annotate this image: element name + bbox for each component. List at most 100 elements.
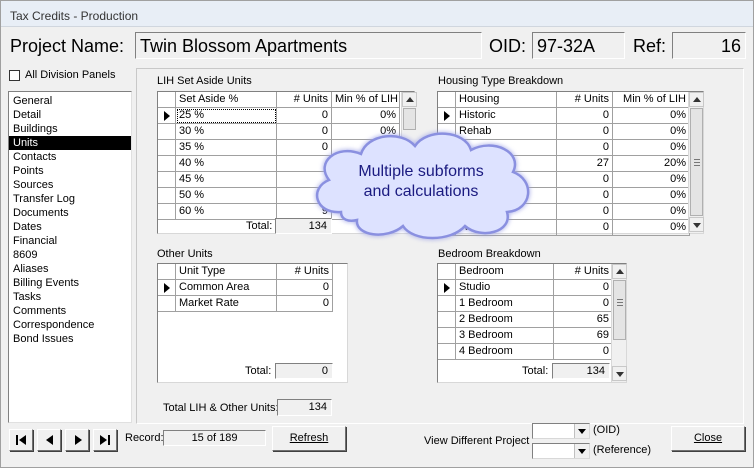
panel-list-item[interactable]: Points [9,164,131,178]
panel-list-item[interactable]: Aliases [9,262,131,276]
housing-cell[interactable]: 0 [557,172,613,188]
housing-cell[interactable]: 0% [613,204,690,220]
bedroom-cell[interactable]: Studio [456,280,554,296]
lih-cell[interactable]: 30 % [176,124,277,140]
bedroom-row-selector[interactable] [438,312,456,328]
housing-cell[interactable]: 20% [613,156,690,172]
bedroom-row[interactable]: 3 Bedroom 69 [438,328,613,344]
previous-record-button[interactable] [37,429,61,451]
last-record-button[interactable] [93,429,117,451]
ref-field[interactable]: 16 [672,32,746,59]
housing-cell[interactable]: 27 [557,156,613,172]
lih-cell[interactable]: 45 % [176,172,277,188]
view-reference-dropdown-button[interactable] [574,444,589,458]
housing-cell[interactable]: 0 [557,124,613,140]
bedroom-scroll-down[interactable] [612,366,627,381]
bedroom-row[interactable]: 1 Bedroom 0 [438,296,613,312]
bedroom-cell[interactable]: 0 [554,344,613,360]
housing-row[interactable]: Historic 0 0% [438,108,690,124]
view-oid-dropdown-button[interactable] [574,424,589,438]
panel-list-item[interactable]: Transfer Log [9,192,131,206]
housing-cell[interactable]: 0 [557,188,613,204]
view-project-oid-combo[interactable] [532,423,590,439]
bedroom-row-selector[interactable] [438,280,456,296]
housing-row-selector[interactable] [438,108,456,124]
close-button[interactable]: Close [671,426,745,451]
bedroom-row[interactable]: 2 Bedroom 65 [438,312,613,328]
panel-list-item[interactable]: Billing Events [9,276,131,290]
lih-cell[interactable]: 0 [277,108,332,124]
lih-row-selector[interactable] [158,140,176,156]
bedroom-cell[interactable]: 1 Bedroom [456,296,554,312]
bedroom-row-selector[interactable] [438,344,456,360]
panel-list-item[interactable]: Comments [9,304,131,318]
panel-list-item[interactable]: Correspondence [9,318,131,332]
lih-row-selector[interactable] [158,204,176,220]
lih-row-selector[interactable] [158,172,176,188]
panel-list-item[interactable]: Contacts [9,150,131,164]
panel-list[interactable]: General Detail Buildings Units Contacts Point… [8,91,132,423]
other-cell[interactable]: 0 [277,280,333,296]
all-division-panels-toggle[interactable]: All Division Panels [9,69,115,81]
other-row-selector[interactable] [158,280,176,296]
lih-cell[interactable]: 0% [332,108,400,124]
panel-list-item[interactable]: Tasks [9,290,131,304]
bedroom-row[interactable]: 4 Bedroom 0 [438,344,613,360]
bedroom-row[interactable]: Studio 0 [438,280,613,296]
lih-row-selector[interactable] [158,188,176,204]
lih-cell[interactable]: 50 % [176,188,277,204]
bedroom-cell[interactable]: 69 [554,328,613,344]
housing-scroll-thumb[interactable] [690,108,703,216]
project-name-field[interactable]: Twin Blossom Apartments [135,32,482,59]
lih-row-selector[interactable] [158,124,176,140]
bedroom-cell[interactable]: 2 Bedroom [456,312,554,328]
bedroom-cell[interactable]: 65 [554,312,613,328]
other-row[interactable]: Common Area 0 [158,280,333,296]
bedroom-cell[interactable]: 3 Bedroom [456,328,554,344]
panel-list-item[interactable]: Detail [9,108,131,122]
oid-field[interactable]: 97-32A [532,32,625,59]
other-cell[interactable]: Common Area [176,280,277,296]
bedroom-cell[interactable]: 0 [554,280,613,296]
lih-cell[interactable]: 60 % [176,204,277,220]
bedroom-scrollbar[interactable] [611,264,627,382]
housing-cell[interactable]: Historic [456,108,557,124]
housing-cell[interactable]: 0 [557,140,613,156]
lih-row[interactable]: 25 % 0 0% [158,108,400,124]
housing-cell[interactable]: 0% [613,124,690,140]
other-row-selector[interactable] [158,296,176,312]
other-row[interactable]: Market Rate 0 [158,296,333,312]
panel-list-item[interactable]: Documents [9,206,131,220]
lih-cell[interactable]: 25 % [176,108,277,124]
bedroom-scroll-up[interactable] [612,264,627,279]
panel-list-item[interactable]: 8609 [9,248,131,262]
housing-cell[interactable]: 0% [613,220,690,236]
panel-list-item[interactable]: General [9,94,131,108]
panel-list-item[interactable]: Sources [9,178,131,192]
housing-scroll-up[interactable] [689,92,704,107]
housing-cell[interactable]: 0 [557,204,613,220]
bedroom-scroll-thumb[interactable] [613,280,626,340]
panel-list-item[interactable]: Dates [9,220,131,234]
housing-cell[interactable]: 0% [613,172,690,188]
housing-cell[interactable]: 0% [613,188,690,204]
lih-cell[interactable]: 40 % [176,156,277,172]
lih-cell[interactable]: 35 % [176,140,277,156]
other-cell[interactable]: 0 [277,296,333,312]
other-cell[interactable]: Market Rate [176,296,277,312]
lih-row-selector[interactable] [158,108,176,124]
first-record-button[interactable] [9,429,33,451]
bedroom-cell[interactable]: 4 Bedroom [456,344,554,360]
housing-cell[interactable]: 0 [557,220,613,236]
next-record-button[interactable] [65,429,89,451]
bedroom-cell[interactable]: 0 [554,296,613,312]
bedroom-row-selector[interactable] [438,328,456,344]
housing-cell[interactable]: 0 [557,108,613,124]
panel-list-item[interactable]: Units [9,136,131,150]
lih-scroll-up[interactable] [402,92,417,107]
panel-list-item[interactable]: Bond Issues [9,332,131,346]
housing-scroll-down[interactable] [689,217,704,232]
lih-row-selector[interactable] [158,156,176,172]
all-division-panels-checkbox[interactable] [9,69,20,81]
bedroom-row-selector[interactable] [438,296,456,312]
